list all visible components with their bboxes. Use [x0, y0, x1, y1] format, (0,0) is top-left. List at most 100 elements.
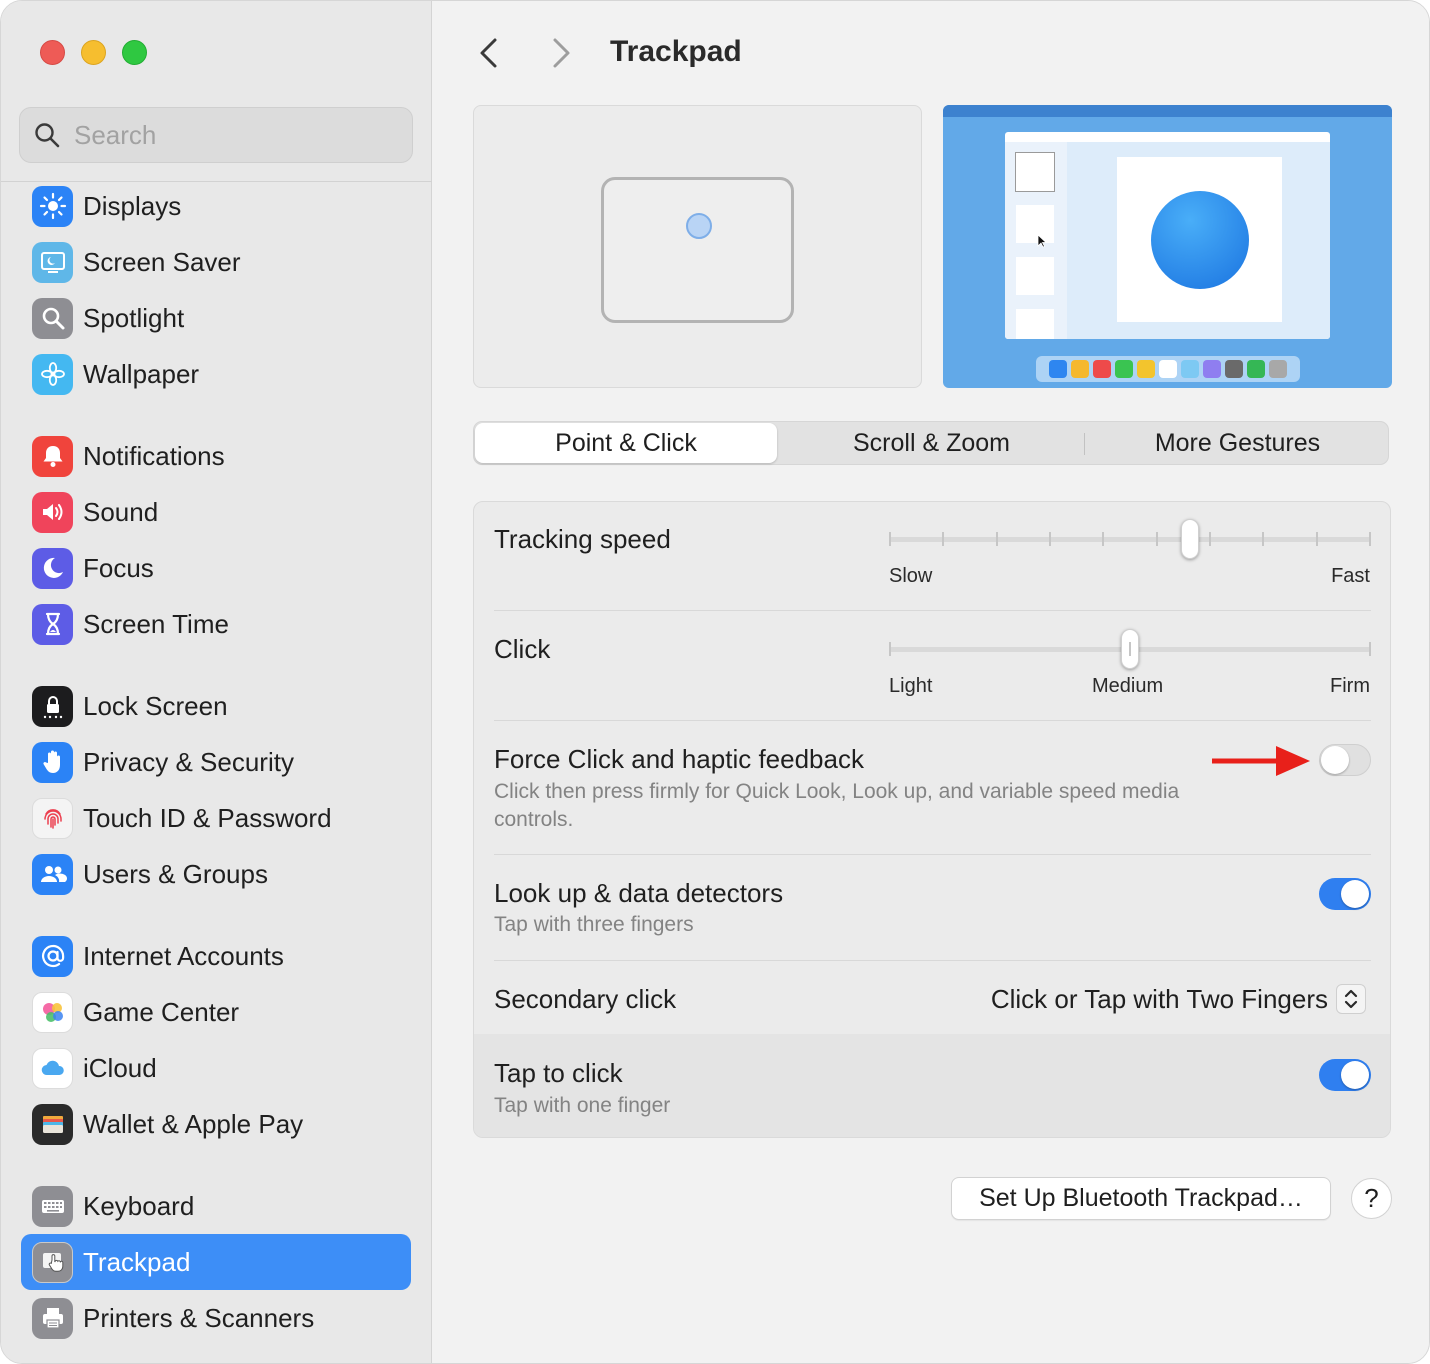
flower-icon	[32, 353, 73, 395]
sidebar-item-focus[interactable]: Focus	[21, 540, 411, 596]
cloud-icon	[32, 1047, 73, 1089]
magnifier-icon	[32, 297, 73, 339]
slider-tick	[1129, 642, 1131, 656]
sidebar-item-wallet[interactable]: Wallet & Apple Pay	[21, 1096, 411, 1152]
sidebar-item-users-groups[interactable]: Users & Groups	[21, 846, 411, 902]
tap-to-click-row: Tap to click Tap with one finger	[474, 1034, 1390, 1137]
sidebar-item-label: Internet Accounts	[83, 940, 284, 971]
sidebar-item-game-center[interactable]: Game Center	[21, 984, 411, 1040]
secondary-click-popup[interactable]	[1336, 984, 1366, 1014]
sidebar-item-printers-scanners[interactable]: Printers & Scanners	[21, 1290, 411, 1346]
tap-to-click-description: Tap with one finger	[494, 1094, 671, 1117]
sidebar-item-keyboard[interactable]: Keyboard	[21, 1178, 411, 1234]
tab-bar: Point & Click Scroll & Zoom More Gesture…	[473, 421, 1389, 465]
sidebar-item-label: Displays	[83, 190, 182, 221]
light-label: Light	[889, 675, 933, 697]
preview-thumbnail	[1015, 204, 1055, 244]
screen-saver-icon	[32, 241, 73, 283]
hourglass-icon	[32, 603, 73, 645]
chevron-left-icon	[480, 38, 497, 68]
moon-icon	[32, 547, 73, 589]
trackpad-illustration	[601, 177, 794, 323]
sidebar-item-lock-screen[interactable]: Lock Screen	[21, 678, 411, 734]
fast-label: Fast	[1331, 565, 1370, 587]
sidebar-item-label: Sound	[83, 496, 159, 527]
firm-label: Firm	[1330, 675, 1370, 697]
sidebar-item-spotlight[interactable]: Spotlight	[21, 290, 411, 346]
sidebar-item-label: Wallpaper	[83, 358, 200, 389]
look-up-toggle[interactable]	[1319, 878, 1371, 910]
sidebar-item-label: Screen Time	[83, 608, 229, 639]
slider-tick	[942, 532, 945, 546]
preview-slide	[1117, 157, 1282, 322]
preview-dock	[1036, 356, 1300, 382]
tab-scroll-zoom[interactable]: Scroll & Zoom	[779, 422, 1084, 464]
settings-group: Tracking speed Slow Fast Click Light Med…	[473, 501, 1391, 1138]
tap-to-click-label: Tap to click	[494, 1058, 623, 1088]
tab-more-gestures[interactable]: More Gestures	[1085, 422, 1390, 464]
back-button[interactable]	[469, 31, 509, 75]
tracking-speed-slider[interactable]	[1181, 519, 1200, 559]
preview-thumbnail	[1015, 152, 1055, 192]
at-icon	[32, 935, 73, 977]
sidebar-item-screen-saver[interactable]: Screen Saver	[21, 234, 411, 290]
sidebar-item-icloud[interactable]: iCloud	[21, 1040, 411, 1096]
lock-icon	[32, 685, 73, 727]
forward-button[interactable]	[541, 31, 581, 75]
secondary-click-value[interactable]: Click or Tap with Two Fingers	[991, 984, 1328, 1015]
page-title: Trackpad	[610, 35, 742, 68]
sidebar-item-screen-time[interactable]: Screen Time	[21, 596, 411, 652]
sidebar: Displays Screen Saver Spotlight Wallpape…	[1, 1, 432, 1363]
help-button[interactable]: ?	[1351, 1178, 1392, 1219]
search-field[interactable]	[19, 107, 413, 163]
hand-icon	[32, 741, 73, 783]
bell-icon	[32, 435, 73, 477]
slow-label: Slow	[889, 565, 933, 587]
slider-tick	[1102, 532, 1105, 546]
sidebar-item-label: Game Center	[83, 996, 240, 1027]
sidebar-item-label: Trackpad	[83, 1246, 191, 1277]
sun-icon	[32, 185, 73, 227]
preview-window	[1005, 132, 1330, 339]
slider-tick	[1262, 532, 1265, 546]
secondary-click-label: Secondary click	[494, 984, 677, 1014]
gesture-video-preview	[943, 105, 1392, 388]
close-button[interactable]	[40, 40, 65, 65]
sidebar-item-label: Spotlight	[83, 302, 185, 333]
minimize-button[interactable]	[81, 40, 106, 65]
fingerprint-icon	[32, 797, 73, 839]
maximize-button[interactable]	[122, 40, 147, 65]
tracking-speed-track	[889, 537, 1371, 542]
sidebar-item-internet-accounts[interactable]: Internet Accounts	[21, 928, 411, 984]
setup-bluetooth-trackpad-button[interactable]: Set Up Bluetooth Trackpad…	[951, 1177, 1331, 1220]
slider-tick	[1155, 532, 1158, 546]
main-pane: Trackpad Point & Click Scroll & Zoom Mor…	[433, 1, 1429, 1363]
slider-tick	[1049, 532, 1051, 546]
row-divider	[494, 960, 1371, 961]
sidebar-item-label: Focus	[83, 552, 154, 583]
sidebar-item-sound[interactable]: Sound	[21, 484, 411, 540]
printer-icon	[32, 1297, 73, 1339]
toggle-knob	[1341, 880, 1369, 908]
sidebar-item-privacy-security[interactable]: Privacy & Security	[21, 734, 411, 790]
sidebar-item-touch-id[interactable]: Touch ID & Password	[21, 790, 411, 846]
force-click-toggle[interactable]	[1319, 744, 1371, 776]
slider-tick	[1209, 532, 1211, 546]
preview-sidebar	[1005, 142, 1067, 339]
slider-tick	[1369, 532, 1371, 546]
sidebar-item-label: Notifications	[83, 440, 225, 471]
sidebar-item-wallpaper[interactable]: Wallpaper	[21, 346, 411, 402]
tracking-speed-label: Tracking speed	[494, 524, 671, 554]
chevron-right-icon	[553, 38, 570, 68]
sidebar-item-notifications[interactable]: Notifications	[21, 428, 411, 484]
force-click-label: Force Click and haptic feedback	[494, 744, 864, 774]
sidebar-item-displays[interactable]: Displays	[21, 178, 411, 234]
sidebar-item-trackpad[interactable]: Trackpad	[21, 1234, 411, 1290]
trackpad-preview	[473, 105, 922, 388]
sidebar-item-label: Touch ID & Password	[83, 802, 332, 833]
tap-to-click-toggle[interactable]	[1319, 1059, 1371, 1091]
sidebar-item-label: Wallet & Apple Pay	[83, 1108, 304, 1139]
search-input[interactable]	[74, 119, 394, 151]
tab-point-click[interactable]: Point & Click	[475, 423, 777, 463]
traffic-lights	[40, 40, 147, 65]
